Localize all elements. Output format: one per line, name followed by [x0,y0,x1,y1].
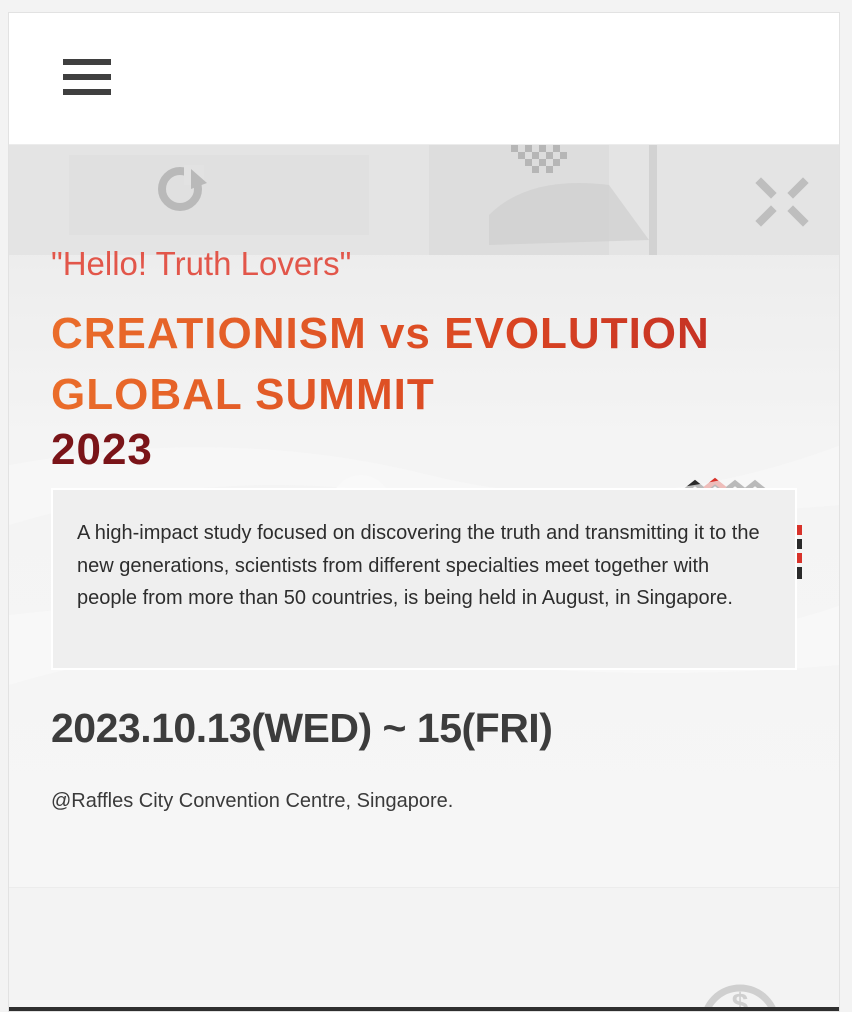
event-title: CREATIONISM vs EVOLUTION GLOBAL SUMMIT [51,303,710,425]
page-frame: "Hello! Truth Lovers" CREATIONISM vs EVO… [8,12,840,1012]
event-title-line-1: CREATIONISM vs EVOLUTION [51,309,710,358]
event-title-line-2: GLOBAL SUMMIT [51,370,435,419]
event-venue: @Raffles City Convention Centre, Singapo… [51,790,454,812]
hero-greeting: "Hello! Truth Lovers" [51,245,352,282]
event-description-box: A high-impact study focused on discoveri… [51,488,797,670]
lower-section: $ [9,887,839,1011]
lower-background-graphics: $ [702,984,778,1011]
hamburger-menu-icon[interactable] [63,59,113,99]
hero-section: "Hello! Truth Lovers" CREATIONISM vs EVO… [9,145,839,887]
event-year: 2023 [51,425,153,474]
event-date: 2023.10.13(WED) ~ 15(FRI) [51,705,553,751]
top-navigation-bar [9,13,839,145]
event-description: A high-impact study focused on discoveri… [77,522,760,609]
bottom-bar [9,1007,839,1011]
